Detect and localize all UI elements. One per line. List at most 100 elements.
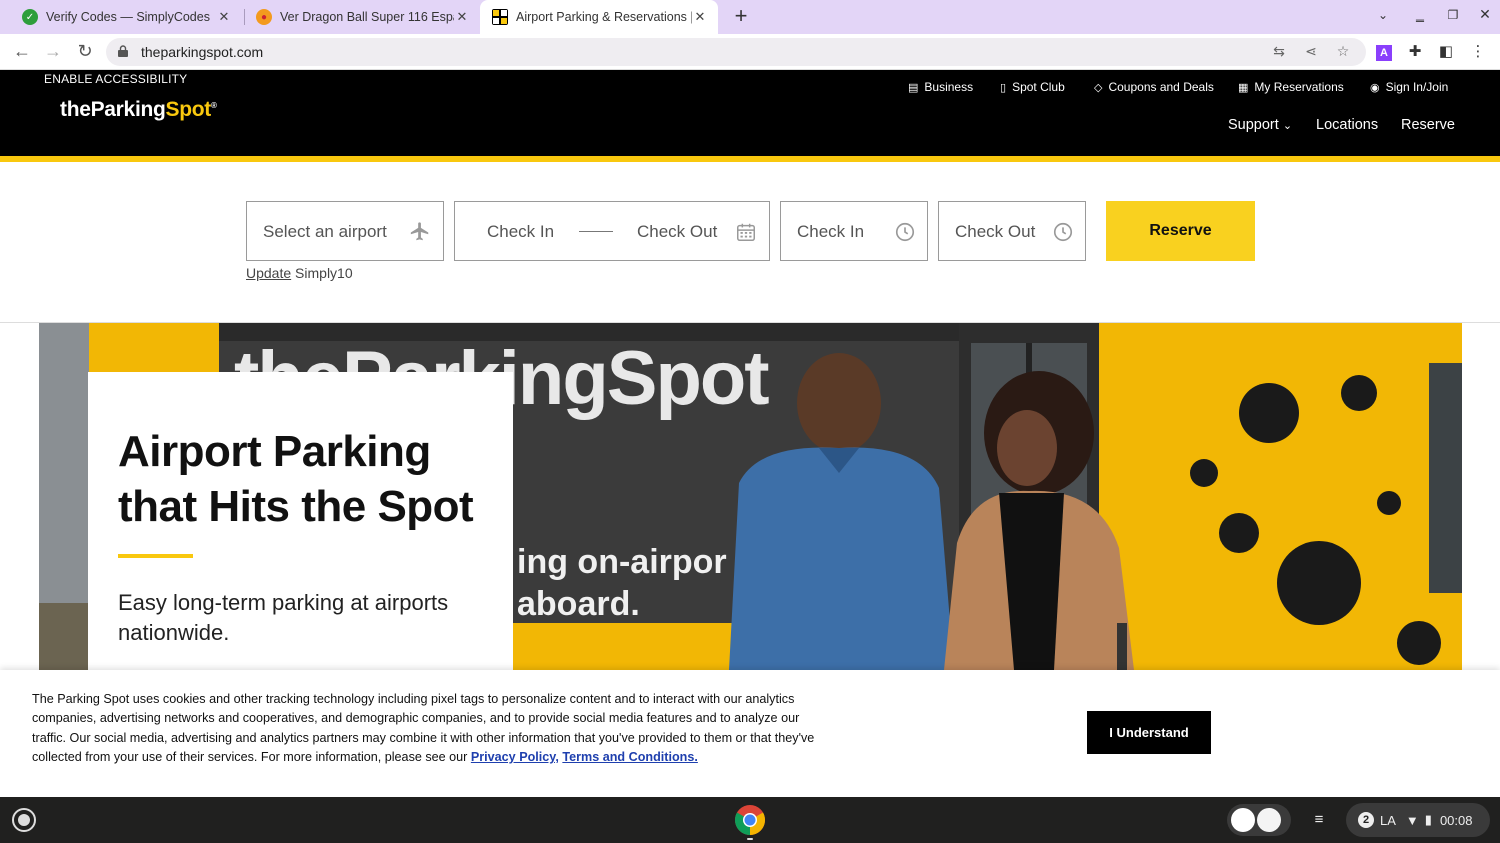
browser-tabstrip: ✓ Verify Codes — SimplyCodes ✕ ● Ver Dra…	[0, 0, 1500, 34]
dragonball-icon: ●	[256, 9, 272, 25]
tag-icon: ◇	[1094, 81, 1103, 94]
clock-icon	[1053, 222, 1073, 242]
shuttle-slogan-line: aboard.	[517, 585, 640, 623]
screenshot-thumb-icon	[1257, 808, 1281, 832]
minimize-icon[interactable]: ‗	[1410, 6, 1430, 22]
hero-banner: theParkingSpot ing on-airpor aboard. Air…	[39, 323, 1462, 670]
airport-select[interactable]: Select an airport	[246, 201, 444, 261]
reload-icon[interactable]: ↻	[73, 40, 97, 64]
hero-card: Airport Parking that Hits the Spot Easy …	[88, 372, 513, 670]
i-understand-button[interactable]: I Understand	[1087, 711, 1211, 754]
nav-locations[interactable]: Locations	[1316, 117, 1378, 133]
promo-code-row: Update Simply10	[246, 265, 353, 281]
nav-label: My Reservations	[1254, 80, 1344, 94]
browser-tab-active[interactable]: Airport Parking & Reservations | ✕	[480, 0, 718, 34]
close-window-icon[interactable]: ✕	[1475, 6, 1495, 23]
hero-title: Airport Parking that Hits the Spot	[118, 427, 474, 531]
check-in-time-select[interactable]: Check In	[780, 201, 928, 261]
chevron-down-icon: ⌄	[1282, 120, 1293, 132]
check-out-time-select[interactable]: Check Out	[938, 201, 1086, 261]
update-promo-link[interactable]: Update	[246, 265, 291, 281]
url-text: theparkingspot.com	[141, 44, 264, 60]
reserve-button[interactable]: Reserve	[1106, 201, 1255, 261]
nav-spot-club[interactable]: ▯ Spot Club	[1000, 80, 1065, 94]
notification-count-badge: 2	[1358, 812, 1374, 828]
holding-space-tray[interactable]	[1227, 804, 1291, 836]
status-tray[interactable]: 2 LA ▼ ▮ 00:08	[1346, 803, 1490, 837]
enable-accessibility-link[interactable]: ENABLE ACCESSIBILITY	[44, 72, 187, 86]
menu-kebab-icon[interactable]: ⋮	[1468, 42, 1488, 62]
parkingspot-logo[interactable]: theParkingSpot®	[60, 98, 217, 122]
logo-registered-mark: ®	[211, 101, 217, 110]
check-in-date-label: Check In	[487, 222, 555, 241]
tab-title: Airport Parking & Reservations |	[516, 10, 692, 24]
nav-reserve[interactable]: Reserve	[1401, 117, 1455, 133]
tab-search-chevron-icon[interactable]: ⌄	[1373, 8, 1393, 22]
battery-icon: ▮	[1424, 812, 1432, 827]
launcher-icon[interactable]	[12, 808, 36, 832]
close-tab-icon[interactable]: ✕	[692, 9, 708, 25]
hero-accent-rule	[118, 554, 193, 558]
running-app-indicator	[747, 838, 753, 840]
nav-sign-in-join[interactable]: ◉ Sign In/Join	[1370, 80, 1448, 94]
nav-label: Reserve	[1401, 117, 1455, 133]
check-in-time-label: Check In	[797, 222, 865, 241]
calendar-icon	[737, 223, 755, 241]
tab-title: Ver Dragon Ball Super 116 Espa	[280, 10, 454, 24]
privacy-policy-link[interactable]: Privacy Policy,	[471, 750, 559, 764]
airplane-icon	[410, 222, 429, 241]
nav-label: Business	[924, 80, 974, 94]
nav-label: Sign In/Join	[1385, 80, 1449, 94]
translate-icon[interactable]: ⇆	[1270, 43, 1288, 60]
bookmark-star-icon[interactable]: ☆	[1334, 43, 1352, 60]
promo-code: Simply10	[295, 265, 353, 281]
chrome-app-icon[interactable]	[734, 804, 766, 836]
extensions-puzzle-icon[interactable]: ✚	[1405, 42, 1425, 62]
back-icon[interactable]: ←	[10, 40, 34, 64]
hero-subtitle: Easy long-term parking at airports natio…	[118, 590, 449, 645]
nav-label: Coupons and Deals	[1108, 80, 1214, 94]
user-circle-icon: ◉	[1370, 81, 1380, 94]
building-icon: ▤	[908, 81, 919, 94]
nav-label: Spot Club	[1012, 80, 1065, 94]
calendar-icon: ▦	[1238, 81, 1249, 94]
browser-tab[interactable]: ✓ Verify Codes — SimplyCodes ✕	[4, 0, 242, 34]
cookie-banner: The Parking Spot uses cookies and other …	[0, 670, 1500, 797]
terms-and-conditions-link[interactable]: Terms and Conditions.	[562, 750, 698, 764]
nav-business[interactable]: ▤ Business	[908, 80, 973, 94]
clock-icon	[895, 222, 915, 242]
screenshot-thumb-icon	[1231, 808, 1255, 832]
airport-placeholder: Select an airport	[263, 222, 387, 241]
nav-support[interactable]: Support ⌄	[1228, 117, 1292, 133]
lock-icon	[118, 45, 128, 57]
date-range-picker[interactable]: Check In Check Out	[454, 201, 770, 261]
shuttle-slogan-line: ing on-airpor	[517, 543, 727, 581]
forward-icon[interactable]: →	[41, 40, 65, 64]
input-locale: LA	[1380, 812, 1396, 828]
new-tab-icon[interactable]: +	[730, 4, 752, 30]
simplycodes-check-icon: ✓	[22, 9, 38, 25]
extension-a-icon[interactable]: A	[1374, 42, 1394, 62]
restore-icon[interactable]: ❐	[1443, 8, 1463, 22]
logo-spot-text: Spot	[165, 98, 212, 121]
tab-title: Verify Codes — SimplyCodes	[46, 10, 210, 24]
parkingspot-icon	[492, 9, 508, 25]
nav-label: Locations	[1316, 117, 1379, 133]
browser-tab[interactable]: ● Ver Dragon Ball Super 116 Espa ✕	[238, 0, 480, 34]
check-out-time-label: Check Out	[955, 222, 1036, 241]
cookie-notice: The Parking Spot uses cookies and other …	[32, 690, 822, 768]
close-tab-icon[interactable]: ✕	[454, 9, 470, 25]
logo-text: theParking	[60, 98, 166, 121]
shuttle-slogan: ing on-airpor aboard.	[517, 541, 727, 625]
close-tab-icon[interactable]: ✕	[216, 9, 232, 25]
nav-coupons-and-deals[interactable]: ◇ Coupons and Deals	[1094, 80, 1214, 94]
share-icon[interactable]: ⋖	[1302, 43, 1320, 60]
wifi-icon: ▼	[1405, 812, 1419, 828]
media-controls-icon[interactable]: ≡	[1302, 804, 1336, 836]
clock-time: 00:08	[1439, 812, 1473, 828]
site-header: ENABLE ACCESSIBILITY theParkingSpot® ▤ Bu…	[0, 70, 1500, 156]
side-panel-icon[interactable]: ◧	[1436, 42, 1456, 62]
address-bar[interactable]: theparkingspot.com ⇆ ⋖ ☆	[106, 38, 1366, 66]
nav-my-reservations[interactable]: ▦ My Reservations	[1238, 80, 1344, 94]
date-range-dash	[579, 231, 613, 232]
